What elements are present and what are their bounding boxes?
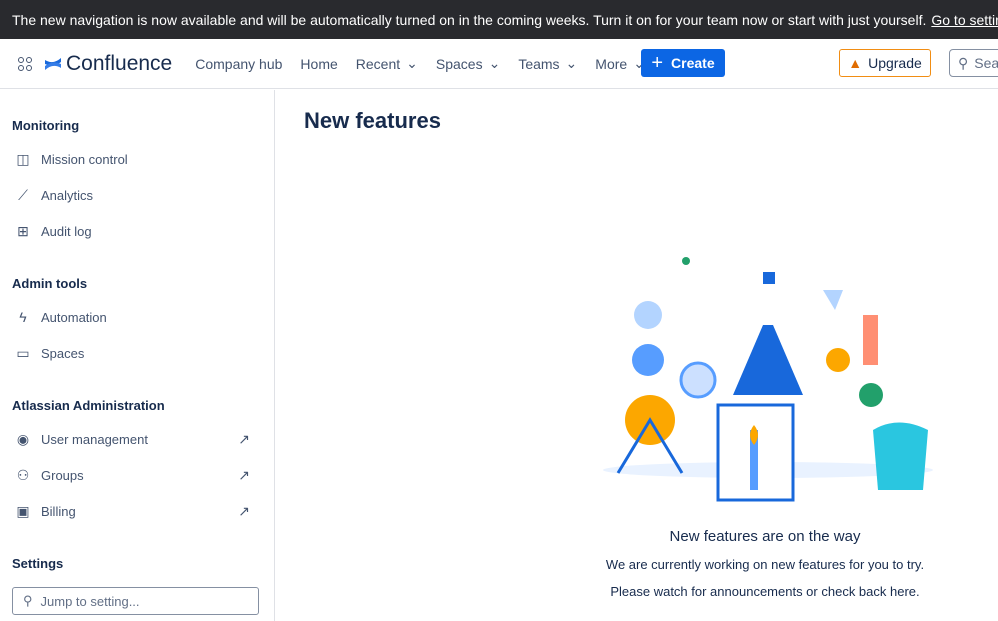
- nav-recent[interactable]: Recent ⌄: [347, 55, 427, 72]
- create-button[interactable]: + Create: [641, 49, 725, 77]
- search-icon: ⚲: [958, 54, 969, 71]
- external-link-icon: ↗: [238, 502, 250, 519]
- nav-spaces[interactable]: Spaces ⌄: [427, 55, 509, 72]
- lightning-icon: ϟ: [19, 309, 27, 325]
- chevron-down-icon: ⌄: [565, 55, 578, 71]
- nav-home[interactable]: Home: [291, 55, 346, 72]
- app-switcher-icon[interactable]: [18, 56, 32, 71]
- people-icon: ⚇: [16, 466, 30, 483]
- nav-teams[interactable]: Teams ⌄: [509, 55, 586, 72]
- layout-icon: ◫: [16, 150, 30, 167]
- sidebar-item-audit-log[interactable]: ⊞ Audit log: [0, 213, 274, 249]
- announcement-banner: The new navigation is now available and …: [0, 0, 998, 39]
- chevron-down-icon: ⌄: [488, 55, 501, 71]
- empty-state-line-2: Please watch for announcements or check …: [610, 584, 920, 599]
- warning-icon: ▲: [848, 55, 863, 71]
- external-link-icon: ↗: [238, 466, 250, 483]
- confluence-logo-icon: [45, 57, 61, 70]
- go-to-settings-link[interactable]: Go to settings: [931, 12, 998, 28]
- billing-icon: ▣: [16, 502, 30, 519]
- product-name: Confluence: [66, 51, 173, 75]
- section-settings: Settings: [12, 556, 64, 571]
- page-title: New features: [304, 108, 441, 133]
- sidebar-item-mission-control[interactable]: ◫ Mission control: [0, 141, 274, 177]
- sidebar-item-billing[interactable]: ▣ Billing ↗: [0, 493, 274, 529]
- sidebar-item-spaces[interactable]: ▭ Spaces: [0, 335, 274, 371]
- sidebar: Monitoring ◫ Mission control ⟋ Analytics ⊞…: [0, 90, 275, 621]
- empty-state-line-1: We are currently working on new features…: [605, 557, 925, 572]
- plus-icon: +: [651, 51, 664, 74]
- chevron-down-icon: ⌄: [406, 55, 418, 71]
- folder-icon: ▭: [16, 344, 30, 361]
- external-link-icon: ↗: [238, 430, 250, 447]
- table-icon: ⊞: [17, 222, 29, 239]
- sidebar-item-user-management[interactable]: ◉ User management ↗: [0, 421, 274, 457]
- top-nav: Confluence Company hub Home Recent ⌄ Spac…: [0, 39, 998, 89]
- upgrade-button[interactable]: ▲ Upgrade: [839, 49, 931, 77]
- banner-text: The new navigation is now available and …: [12, 11, 927, 28]
- sidebar-item-groups[interactable]: ⚇ Groups ↗: [0, 457, 274, 493]
- sidebar-item-automation[interactable]: ϟ Automation: [0, 299, 274, 335]
- lab-illustration: [603, 257, 933, 502]
- confluence-logo[interactable]: Confluence: [44, 52, 172, 76]
- empty-state-title: New features are on the way: [669, 528, 861, 545]
- nav-company-hub[interactable]: Company hub: [186, 55, 291, 72]
- section-atlassian-administration: Atlassian Administration: [12, 398, 165, 413]
- search-input[interactable]: ⚲Search: [949, 49, 998, 77]
- chart-line-icon: ⟋: [18, 186, 28, 203]
- user-circle-icon: ◉: [16, 430, 30, 447]
- section-monitoring: Monitoring: [12, 118, 80, 133]
- jump-to-setting-input[interactable]: ⚲ Jump to setting...: [12, 587, 259, 615]
- sidebar-item-analytics[interactable]: ⟋ Analytics: [0, 177, 274, 213]
- section-admin-tools: Admin tools: [12, 276, 88, 291]
- search-icon: ⚲: [23, 593, 33, 608]
